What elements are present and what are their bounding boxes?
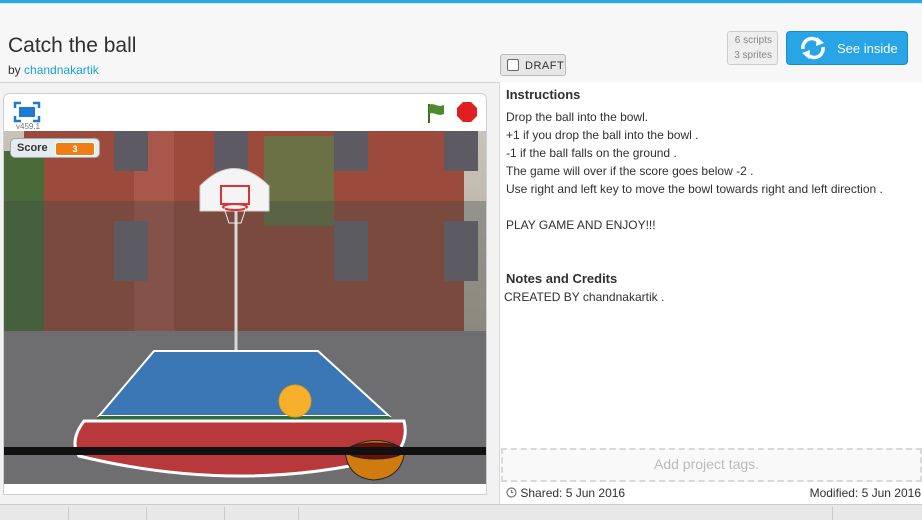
toolbar-divider bbox=[224, 507, 225, 520]
modified-date: Modified: 5 Jun 2016 bbox=[809, 486, 921, 500]
clock-icon bbox=[506, 487, 517, 498]
see-inside-label: See inside bbox=[837, 41, 898, 56]
shared-date-text: Shared: 5 Jun 2016 bbox=[520, 486, 626, 500]
instruction-line bbox=[506, 198, 883, 216]
byline: by chandnakartik bbox=[8, 63, 99, 77]
player-controls: v459.1 bbox=[4, 94, 486, 131]
see-inside-button[interactable]: See inside bbox=[786, 31, 908, 65]
window bbox=[114, 131, 148, 171]
toolbar-divider bbox=[832, 507, 833, 520]
bottom-toolbar bbox=[0, 504, 922, 520]
project-stats: 6 scripts 3 sprites bbox=[727, 31, 778, 65]
game-stage[interactable]: Score 3 bbox=[4, 131, 486, 484]
instruction-line: The game will over if the score goes bel… bbox=[506, 164, 754, 178]
by-label: by bbox=[8, 63, 21, 77]
instruction-line: PLAY GAME AND ENJOY!!! bbox=[506, 218, 656, 232]
instruction-line: Drop the ball into the bowl. bbox=[506, 110, 649, 124]
score-label: Score bbox=[17, 142, 48, 154]
project-player: v459.1 Score 3 bbox=[3, 93, 487, 495]
draft-checkbox[interactable] bbox=[507, 59, 519, 71]
toolbar-divider bbox=[298, 507, 299, 520]
toolbar-divider bbox=[146, 507, 147, 520]
ball bbox=[278, 384, 312, 418]
sprites-count: 3 sprites bbox=[734, 50, 772, 61]
project-info-panel: Instructions Drop the ball into the bowl… bbox=[499, 82, 922, 519]
author-link[interactable]: chandnakartik bbox=[24, 63, 99, 77]
draft-label: DRAFT bbox=[525, 60, 565, 72]
tags-placeholder: Add project tags. bbox=[654, 456, 760, 472]
player-version: v459.1 bbox=[16, 122, 41, 131]
stage-scene bbox=[4, 131, 486, 484]
shared-date: Shared: 5 Jun 2016 bbox=[506, 486, 625, 500]
project-tags-field[interactable]: Add project tags. bbox=[501, 448, 922, 482]
scripts-count: 6 scripts bbox=[734, 35, 772, 46]
remix-arrows-icon bbox=[799, 36, 827, 63]
instruction-line: +1 if you drop the ball into the bowl . bbox=[506, 128, 699, 142]
score-value: 3 bbox=[55, 142, 95, 156]
score-monitor: Score 3 bbox=[10, 138, 100, 158]
project-title: Catch the ball bbox=[8, 34, 137, 57]
toolbar-divider bbox=[68, 507, 69, 520]
project-header: Catch the ball by chandnakartik DRAFT 6 … bbox=[0, 3, 922, 83]
instructions-text: Drop the ball into the bowl. +1 if you d… bbox=[506, 108, 883, 234]
window bbox=[334, 131, 368, 171]
draft-toggle[interactable]: DRAFT bbox=[500, 54, 566, 76]
instruction-line: Use right and left key to move the bowl … bbox=[506, 182, 883, 196]
stage-bottom-bar bbox=[4, 447, 486, 455]
instructions-title: Instructions bbox=[506, 87, 581, 102]
window bbox=[444, 131, 478, 171]
window bbox=[214, 131, 248, 171]
notes-title: Notes and Credits bbox=[506, 271, 618, 286]
stop-icon[interactable] bbox=[456, 101, 478, 128]
green-flag-icon[interactable] bbox=[425, 102, 447, 129]
chain-fence bbox=[4, 201, 486, 341]
notes-text: CREATED BY chandnakartik . bbox=[504, 290, 665, 304]
instruction-line: -1 if the ball falls on the ground . bbox=[506, 146, 677, 160]
